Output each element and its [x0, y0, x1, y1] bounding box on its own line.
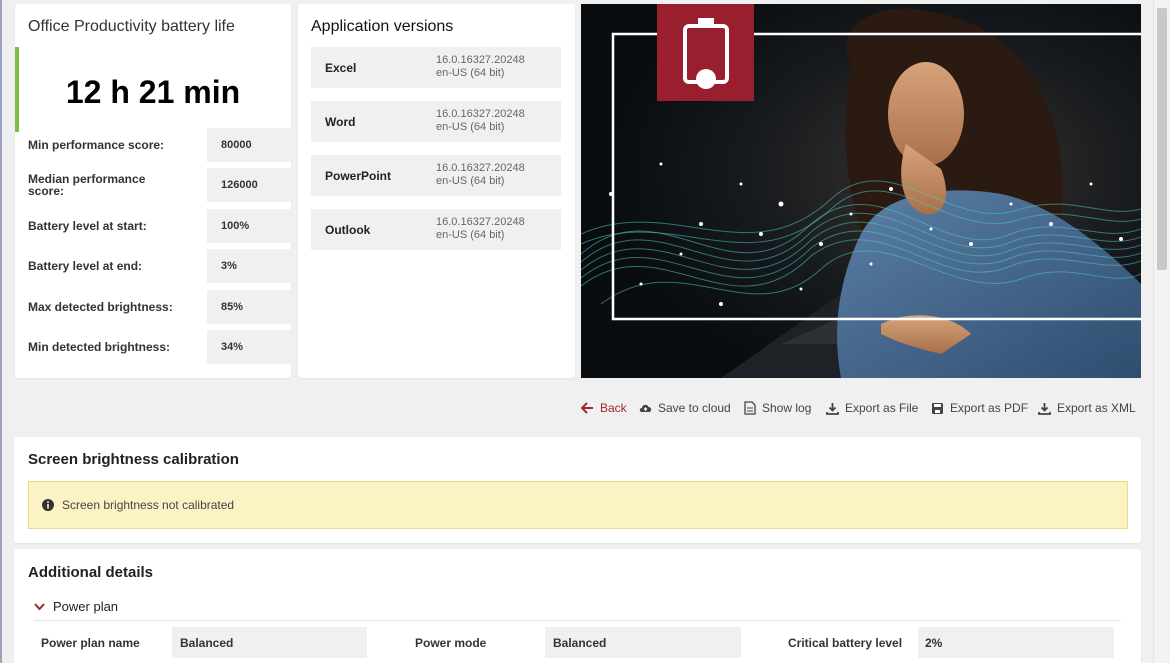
critical-battery-label: Critical battery level: [788, 635, 903, 650]
section-divider: [34, 620, 1121, 621]
power-mode-value: Balanced: [545, 627, 741, 658]
save-disk-icon: [932, 402, 943, 414]
metric-value: 85%: [207, 290, 291, 324]
metric-row-min-brightness: Min detected brightness: 34%: [28, 330, 291, 364]
save-to-cloud-label: Save to cloud: [658, 401, 731, 415]
metric-label: Battery level at start:: [28, 219, 147, 233]
app-version: 16.0.16327.20248 en-US (64 bit): [436, 54, 525, 79]
battery-life-time: 12 h 21 min: [65, 74, 241, 110]
power-plan-name-label: Power plan name: [41, 635, 140, 650]
app-row-word: Word 16.0.16327.20248 en-US (64 bit): [311, 101, 561, 142]
battery-card-title: Office Productivity battery life: [28, 18, 235, 35]
metric-row-max-brightness: Max detected brightness: 85%: [28, 290, 291, 324]
metric-value: 80000: [207, 128, 291, 162]
battery-life-card: Office Productivity battery life 12 h 21…: [15, 4, 291, 378]
power-plan-toggle[interactable]: Power plan: [34, 599, 118, 614]
apps-card-title: Application versions: [311, 18, 454, 35]
app-name: Word: [325, 114, 356, 129]
arrow-left-icon: [581, 402, 593, 414]
vertical-scrollbar[interactable]: [1153, 0, 1170, 663]
metric-label: Battery level at end:: [28, 259, 143, 273]
power-plan-name-value: Balanced: [172, 627, 367, 658]
metric-label: Max detected brightness:: [28, 300, 173, 314]
window-border: [0, 0, 2, 663]
app-name: Excel: [325, 60, 357, 75]
metric-row-battery-end: Battery level at end: 3%: [28, 249, 291, 283]
info-icon: [42, 499, 54, 511]
app-version: 16.0.16327.20248 en-US (64 bit): [436, 108, 525, 133]
application-versions-card: Application versions Excel 16.0.16327.20…: [298, 4, 575, 378]
download-icon: [1038, 402, 1051, 415]
back-label: Back: [600, 401, 627, 415]
app-version: 16.0.16327.20248 en-US (64 bit): [436, 162, 525, 187]
hero-image: [581, 4, 1141, 378]
calibration-message: Screen brightness not calibrated: [62, 498, 235, 512]
cloud-upload-icon: [639, 404, 652, 412]
metric-value: 3%: [207, 249, 291, 283]
export-file-label: Export as File: [845, 401, 919, 415]
metric-row-battery-start: Battery level at start: 100%: [28, 209, 291, 243]
app-name: PowerPoint: [325, 168, 392, 183]
app-row-excel: Excel 16.0.16327.20248 en-US (64 bit): [311, 47, 561, 88]
show-log-label: Show log: [762, 401, 812, 415]
additional-details-card: Additional details Power plan Power plan…: [14, 549, 1141, 663]
save-to-cloud-button[interactable]: Save to cloud: [639, 400, 731, 416]
app-row-outlook: Outlook 16.0.16327.20248 en-US (64 bit): [311, 209, 561, 250]
export-pdf-button[interactable]: Export as PDF: [931, 400, 1028, 416]
export-xml-button[interactable]: Export as XML: [1038, 400, 1136, 416]
power-mode-label: Power mode: [415, 635, 487, 650]
app-name: Outlook: [325, 222, 371, 237]
document-icon: [744, 401, 756, 415]
chevron-down-icon: [34, 602, 45, 610]
download-icon: [826, 402, 839, 415]
scrollbar-thumb[interactable]: [1157, 8, 1167, 270]
app-row-powerpoint: PowerPoint 16.0.16327.20248 en-US (64 bit…: [311, 155, 561, 196]
brightness-calibration-card: Screen brightness calibration Screen bri…: [14, 437, 1141, 543]
metric-value: 100%: [207, 209, 291, 243]
metric-label: Min detected brightness:: [28, 340, 171, 354]
metric-label: Median performance score:: [28, 172, 146, 198]
metric-value: 126000: [207, 168, 291, 202]
critical-battery-value: 2%: [918, 627, 1114, 658]
calibration-warning: Screen brightness not calibrated: [28, 481, 1128, 529]
calibration-title: Screen brightness calibration: [28, 451, 239, 468]
metric-value: 34%: [207, 330, 291, 364]
metric-label: Min performance score:: [28, 138, 165, 152]
back-button[interactable]: Back: [581, 400, 627, 416]
power-plan-label: Power plan: [53, 599, 119, 614]
export-xml-label: Export as XML: [1057, 401, 1136, 415]
metric-row-median-performance: Median performance score: 126000: [28, 168, 291, 202]
metric-row-min-performance: Min performance score: 80000: [28, 128, 291, 162]
export-file-button[interactable]: Export as File: [826, 400, 918, 416]
app-version: 16.0.16327.20248 en-US (64 bit): [436, 216, 525, 241]
hero-illustration: [581, 4, 1141, 378]
show-log-button[interactable]: Show log: [744, 400, 811, 416]
export-pdf-label: Export as PDF: [950, 401, 1029, 415]
details-title: Additional details: [28, 564, 154, 581]
